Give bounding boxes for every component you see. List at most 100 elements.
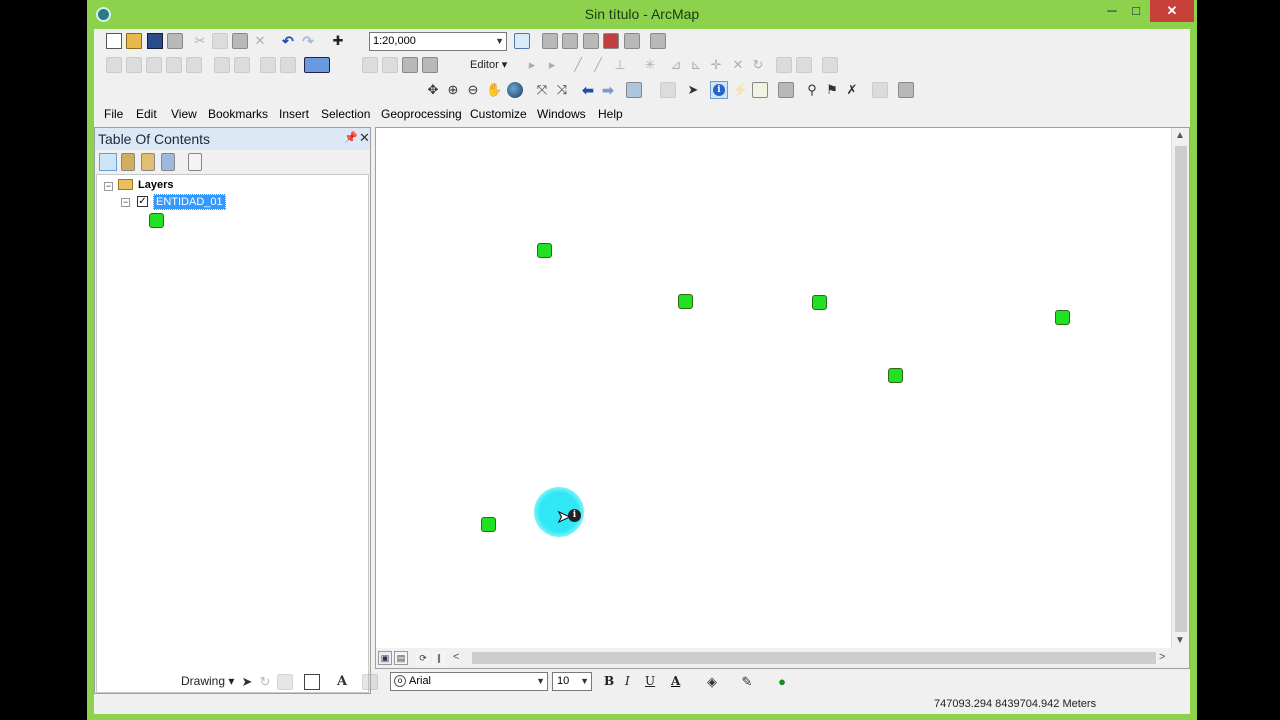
collapse-layers-icon[interactable]: −	[104, 182, 113, 191]
data-driven-pages-icon[interactable]	[422, 57, 438, 73]
rotate-element-icon[interactable]: ↻	[257, 674, 273, 690]
print-icon[interactable]	[167, 33, 183, 49]
pause-drawing-icon[interactable]: ∥	[432, 651, 446, 665]
select-elements-arrow-icon[interactable]: ➤	[685, 82, 701, 98]
menu-view[interactable]: View	[171, 107, 197, 121]
point-icon[interactable]: ✳	[642, 57, 658, 73]
zoom-out-icon[interactable]: ⊖	[465, 82, 481, 98]
fixed-zoom-in-icon[interactable]: ⤧	[534, 82, 550, 98]
full-extent-globe-icon[interactable]	[507, 82, 523, 98]
delete-icon[interactable]: ✕	[252, 33, 268, 49]
straight-segment-icon[interactable]: ╱	[570, 57, 586, 73]
menu-windows[interactable]: Windows	[537, 107, 586, 121]
italic-button[interactable]: I	[625, 674, 630, 688]
collapse-layer-icon[interactable]: −	[121, 198, 130, 207]
back-extent-icon[interactable]: ⬅	[580, 82, 596, 98]
map-point-feature[interactable]	[537, 243, 552, 258]
pan-hand-icon[interactable]: ✋	[486, 82, 502, 98]
focus-data-frame-icon[interactable]	[382, 57, 398, 73]
modelbuilder-icon[interactable]	[650, 33, 666, 49]
measure-icon[interactable]	[778, 82, 794, 98]
scroll-left-icon[interactable]: <	[453, 651, 459, 663]
clear-selection-icon[interactable]	[660, 82, 676, 98]
undo-icon[interactable]: ↶	[280, 33, 296, 49]
menu-selection[interactable]: Selection	[321, 107, 370, 121]
marker-color-icon[interactable]: ●	[774, 674, 790, 690]
vertical-scroll-thumb[interactable]	[1175, 146, 1187, 632]
catalog-icon[interactable]	[562, 33, 578, 49]
sketch-properties-icon[interactable]	[796, 57, 812, 73]
layer-name-entidad-01[interactable]: ENTIDAD_01	[153, 194, 226, 210]
menu-file[interactable]: File	[104, 107, 123, 121]
menu-insert[interactable]: Insert	[279, 107, 309, 121]
select-elements-icon[interactable]: ➤	[239, 674, 255, 690]
point-symbol-swatch[interactable]	[149, 213, 164, 228]
forward-extent-icon[interactable]: ➡	[600, 82, 616, 98]
menu-geoprocessing[interactable]: Geoprocessing	[381, 107, 462, 121]
list-by-visibility-icon[interactable]	[141, 153, 155, 171]
go-to-xy-tool-icon[interactable]: ✗	[844, 82, 860, 98]
list-by-drawing-order-icon[interactable]	[99, 153, 117, 171]
data-view-button[interactable]: ▣	[378, 651, 392, 665]
arctoolbox-icon[interactable]	[603, 33, 619, 49]
layout-zoom-percent-select[interactable]	[304, 57, 330, 73]
zoom-100-icon[interactable]	[186, 57, 202, 73]
scroll-down-icon[interactable]: ▼	[1175, 635, 1185, 646]
identify-tool-button[interactable]: i	[710, 81, 728, 99]
layer-visibility-checkbox[interactable]: ✓	[137, 196, 148, 207]
map-scale-select[interactable]: 1:20,000 ▼	[369, 32, 507, 51]
menu-customize[interactable]: Customize	[470, 107, 527, 121]
paste-icon[interactable]	[232, 33, 248, 49]
scroll-right-icon[interactable]: >	[1159, 651, 1165, 663]
refresh-view-icon[interactable]: ⟳	[416, 651, 430, 665]
close-button[interactable]: ✕	[1150, 0, 1194, 22]
pan-layout-icon[interactable]	[146, 57, 162, 73]
map-point-feature[interactable]	[678, 294, 693, 309]
map-point-feature[interactable]	[888, 368, 903, 383]
zoom-in-icon[interactable]: ⊕	[445, 82, 461, 98]
zoom-out-fixed-icon[interactable]	[126, 57, 142, 73]
font-size-select[interactable]: 10 ▼	[552, 672, 592, 691]
bold-button[interactable]: B	[604, 674, 614, 688]
zoom-in-fixed-icon[interactable]	[106, 57, 122, 73]
layout-view-button[interactable]: ▤	[394, 651, 408, 665]
fixed-zoom-in-layout-icon[interactable]	[214, 57, 230, 73]
create-viewer-window-icon[interactable]	[898, 82, 914, 98]
edit-tool-icon[interactable]: ▸	[524, 57, 540, 73]
toc-close-button[interactable]: ✕	[359, 130, 370, 146]
python-window-icon[interactable]	[624, 33, 640, 49]
line-color-icon[interactable]: ✎	[739, 674, 755, 690]
zoom-whole-page-icon[interactable]	[166, 57, 182, 73]
find-route-icon[interactable]: ⚑	[824, 82, 840, 98]
add-data-icon[interactable]: ✚	[330, 33, 346, 49]
table-of-contents-icon[interactable]	[542, 33, 558, 49]
next-extent-layout-icon[interactable]	[280, 57, 296, 73]
html-popup-icon[interactable]	[752, 82, 768, 98]
list-by-source-icon[interactable]	[121, 153, 135, 171]
map-canvas[interactable]: ➤ i	[376, 128, 1171, 650]
menu-bookmarks[interactable]: Bookmarks	[208, 107, 268, 121]
fill-color-icon[interactable]: ◈	[704, 674, 720, 690]
map-point-feature[interactable]	[1055, 310, 1070, 325]
map-point-feature[interactable]	[481, 517, 496, 532]
find-binoculars-icon[interactable]: ⚲	[804, 82, 820, 98]
redo-icon[interactable]: ↷	[300, 33, 316, 49]
change-layout-icon[interactable]	[402, 57, 418, 73]
menu-edit[interactable]: Edit	[136, 107, 157, 121]
search-window-icon[interactable]	[583, 33, 599, 49]
fixed-zoom-out-icon[interactable]: ⤨	[554, 82, 570, 98]
maximize-button[interactable]: □	[1122, 0, 1150, 22]
save-icon[interactable]	[147, 33, 163, 49]
edit-annotation-icon[interactable]: ▸	[544, 57, 560, 73]
zoom-to-selected-elements-icon[interactable]	[277, 674, 293, 690]
toggle-draft-mode-icon[interactable]	[362, 57, 378, 73]
pin-icon[interactable]: 📌	[344, 131, 358, 144]
create-features-icon[interactable]	[822, 57, 838, 73]
rotate-tool-icon[interactable]: ↻	[750, 57, 766, 73]
go-to-xy-icon[interactable]: ✥	[425, 82, 441, 98]
toc-options-icon[interactable]	[188, 153, 202, 171]
rectangle-tool-icon[interactable]	[304, 674, 320, 690]
drawing-menu-button[interactable]: Drawing ▾	[181, 674, 234, 688]
font-family-select[interactable]: o Arial ▼	[390, 672, 548, 691]
scroll-up-icon[interactable]: ▲	[1175, 130, 1185, 141]
